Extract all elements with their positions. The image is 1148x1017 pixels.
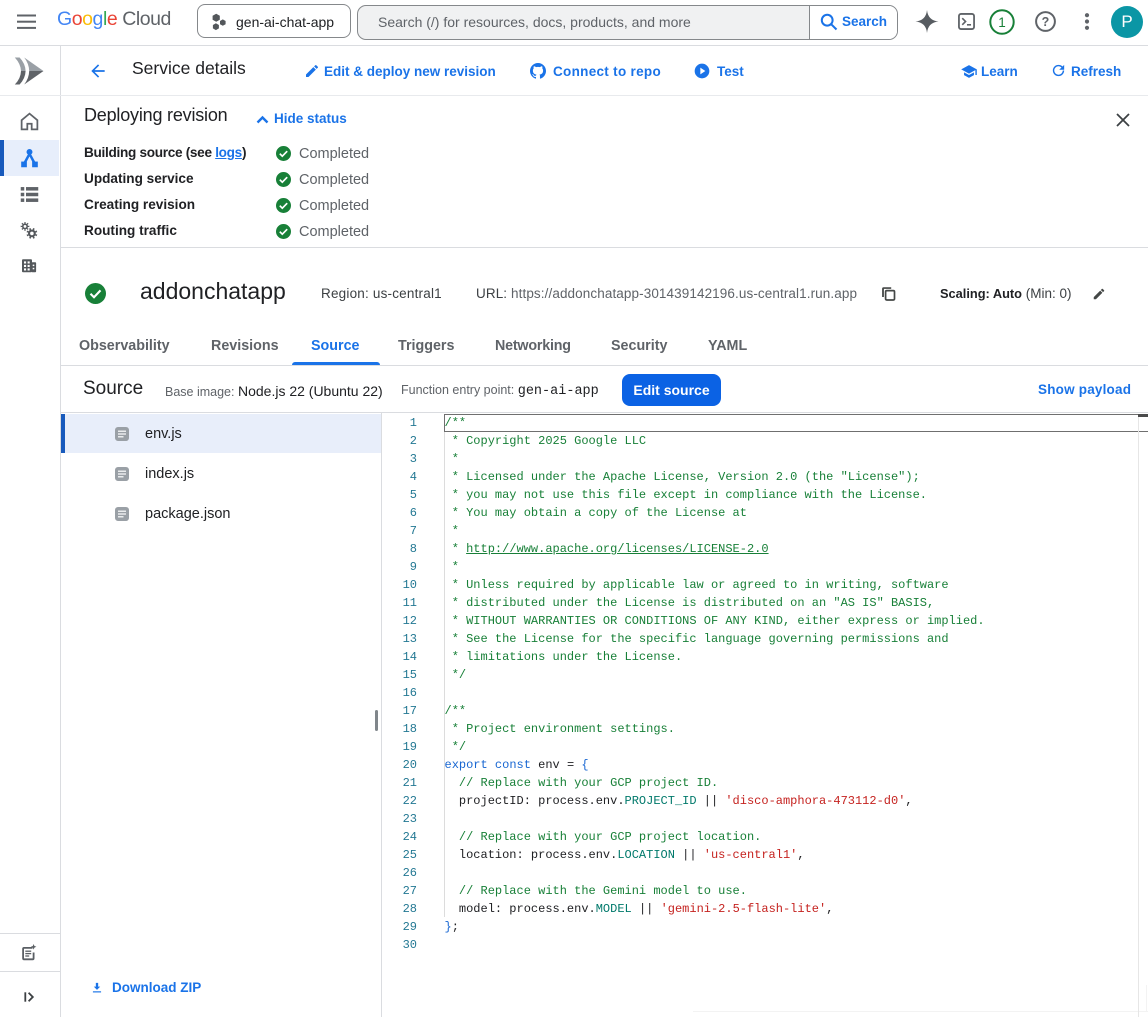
svg-text:1: 1 [998, 15, 1006, 30]
svg-text:?: ? [1042, 15, 1050, 29]
